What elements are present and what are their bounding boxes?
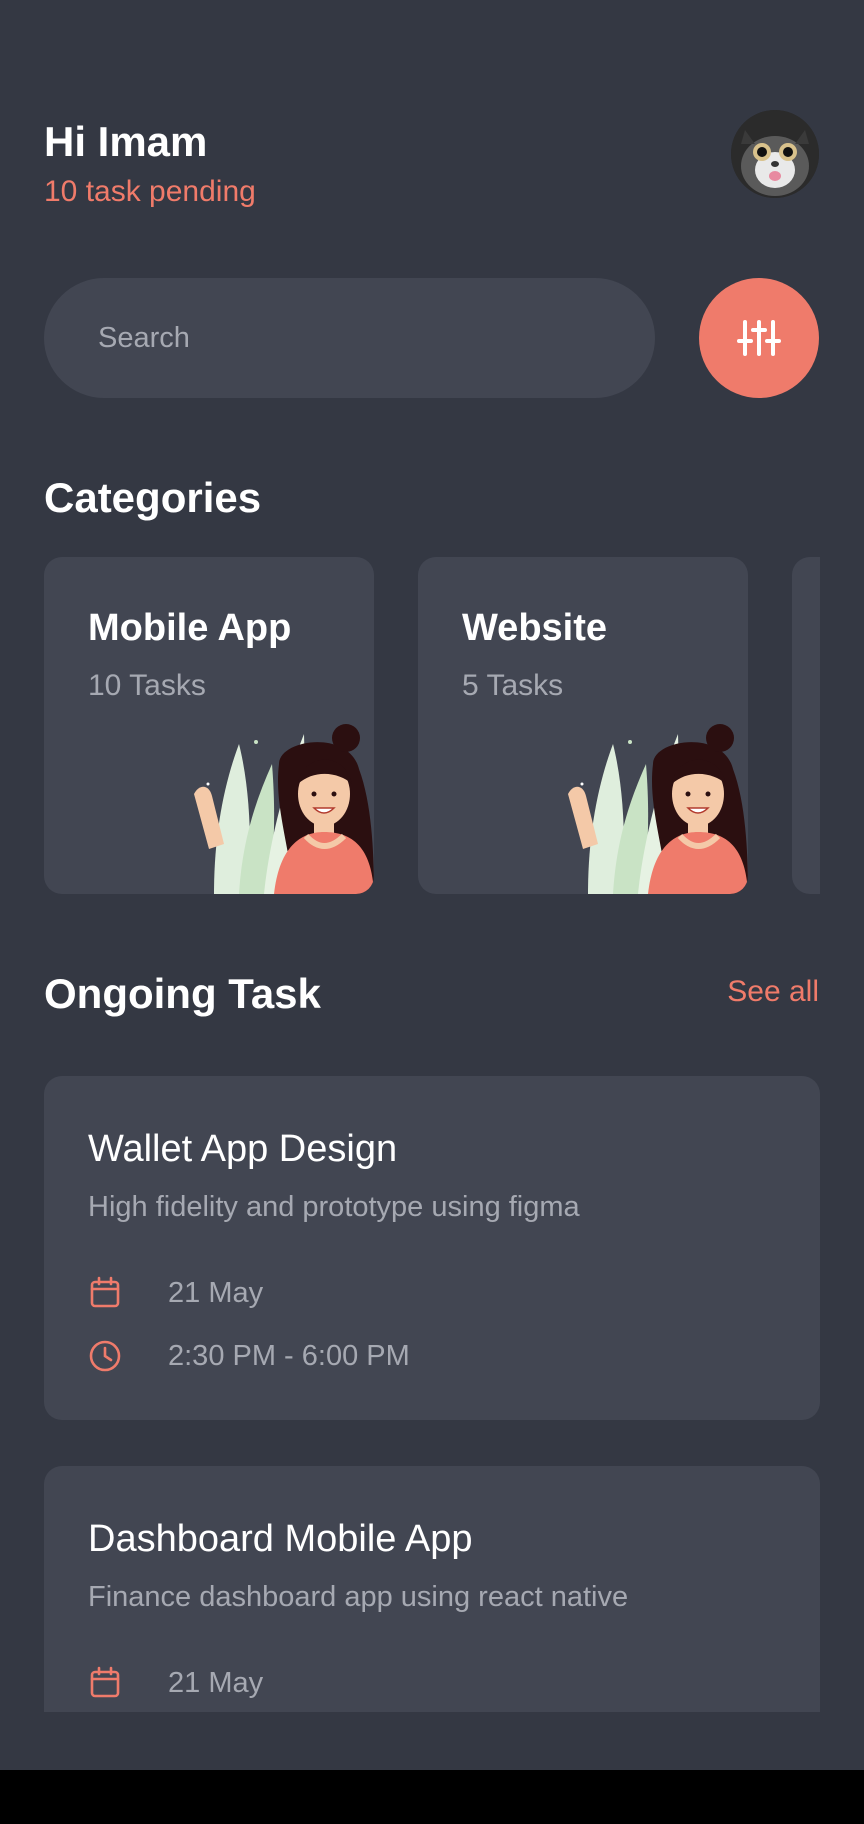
- category-card-mobile-app[interactable]: Mobile App 10 Tasks: [44, 557, 374, 894]
- task-description: High fidelity and prototype using figma: [88, 1191, 580, 1223]
- list-bottom-mask: [0, 1712, 864, 1770]
- home-screen: Hi Imam 10 task pending Categories: [0, 0, 864, 1770]
- avatar[interactable]: [731, 110, 819, 198]
- sliders-icon: [737, 320, 781, 356]
- category-card-partial[interactable]: [792, 557, 820, 894]
- pending-count: 10 task pending: [44, 175, 256, 208]
- woman-waving-illustration: [194, 724, 374, 894]
- woman-waving-illustration: [568, 724, 748, 894]
- system-navigation-bar: [0, 1770, 864, 1824]
- category-card-website[interactable]: Website 5 Tasks: [418, 557, 748, 894]
- category-title: Website: [462, 607, 608, 649]
- greeting-title: Hi Imam: [44, 118, 208, 165]
- filter-button[interactable]: [699, 278, 819, 398]
- task-date: 21 May: [168, 1277, 264, 1309]
- category-title: Mobile App: [88, 607, 292, 649]
- categories-heading: Categories: [44, 474, 262, 521]
- task-date: 21 May: [168, 1667, 264, 1699]
- category-count: 5 Tasks: [462, 669, 564, 702]
- task-card[interactable]: Wallet App Design High fidelity and prot…: [44, 1076, 820, 1420]
- task-title: Wallet App Design: [88, 1128, 398, 1170]
- clock-icon: [89, 1340, 121, 1372]
- task-title: Dashboard Mobile App: [88, 1518, 473, 1560]
- see-all-link[interactable]: See all: [727, 972, 819, 1012]
- category-count: 10 Tasks: [88, 669, 206, 702]
- ongoing-task-heading: Ongoing Task: [44, 970, 321, 1017]
- task-description: Finance dashboard app using react native: [88, 1581, 629, 1613]
- calendar-icon: [90, 1276, 120, 1308]
- calendar-icon: [90, 1666, 120, 1698]
- task-time: 2:30 PM - 6:00 PM: [168, 1340, 410, 1372]
- search-input[interactable]: [44, 278, 655, 398]
